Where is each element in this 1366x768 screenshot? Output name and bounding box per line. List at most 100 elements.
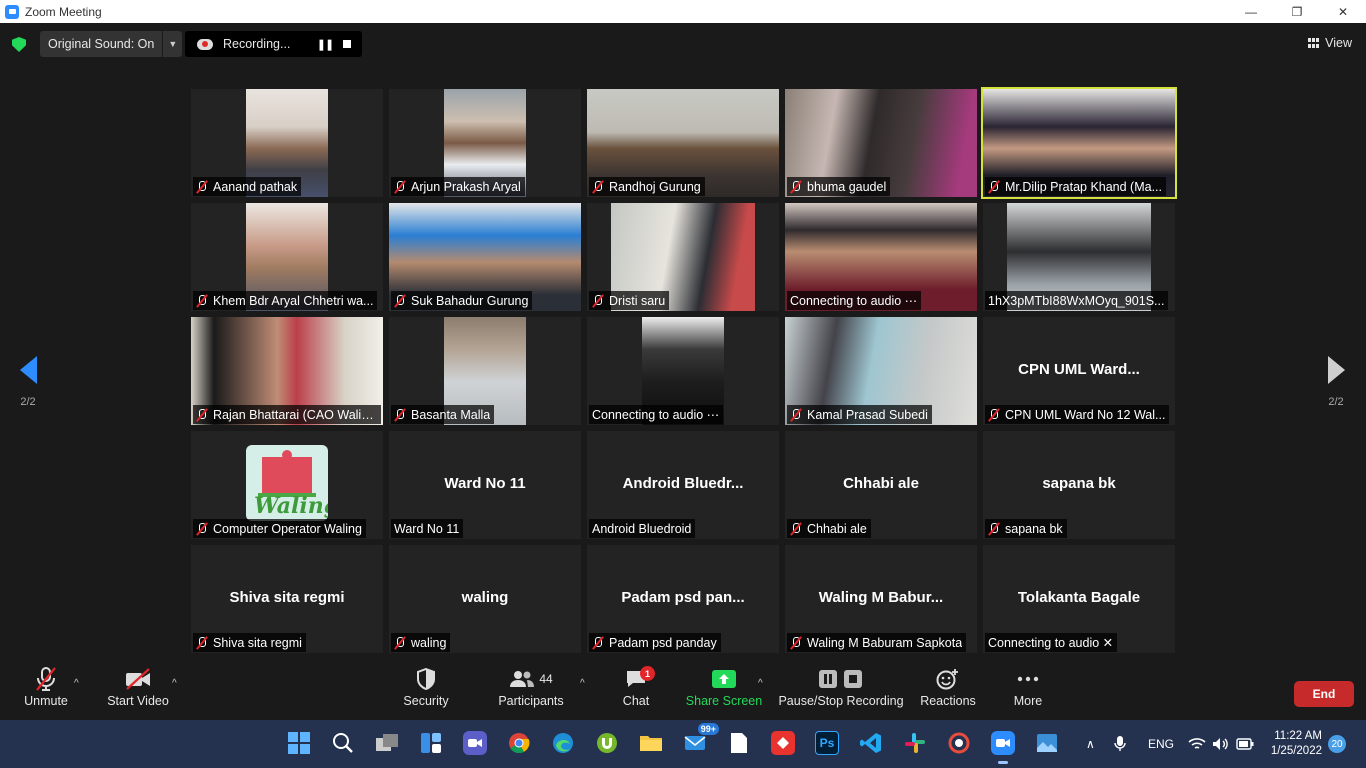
chevron-down-icon[interactable]: ▼ bbox=[162, 31, 182, 57]
participant-name-label: Aanand pathak bbox=[193, 177, 302, 196]
more-dots-icon bbox=[1017, 664, 1039, 694]
restore-button[interactable]: ❐ bbox=[1274, 0, 1320, 23]
participant-name-label: Randhoj Gurung bbox=[589, 177, 705, 196]
participant-tile[interactable]: Rajan Bhattarai (CAO Walin... bbox=[191, 317, 383, 425]
participant-name-label: Padam psd panday bbox=[589, 633, 721, 652]
file-explorer-icon[interactable] bbox=[639, 731, 663, 755]
video-options-chevron-icon[interactable]: ^ bbox=[172, 678, 177, 689]
vscode-icon[interactable] bbox=[859, 731, 883, 755]
wifi-icon[interactable] bbox=[1188, 720, 1206, 768]
participant-tile[interactable]: Dristi saru bbox=[587, 203, 779, 311]
start-video-button[interactable]: Start Video bbox=[106, 664, 170, 720]
share-screen-button[interactable]: Share Screen bbox=[686, 664, 762, 720]
tray-microphone-icon[interactable] bbox=[1114, 720, 1126, 768]
stop-recording-icon[interactable] bbox=[343, 40, 351, 48]
participant-name: waling bbox=[411, 635, 447, 650]
participant-tile[interactable]: Arjun Prakash Aryal bbox=[389, 89, 581, 197]
participant-name: Connecting to audio ⋯ bbox=[592, 408, 720, 422]
participant-name-label: Suk Bahadur Gurung bbox=[391, 291, 533, 310]
minimize-button[interactable]: — bbox=[1228, 0, 1274, 23]
utorrent-icon[interactable] bbox=[595, 731, 619, 755]
participant-tile[interactable]: Randhoj Gurung bbox=[587, 89, 779, 197]
security-button[interactable]: Security bbox=[400, 664, 452, 720]
share-options-chevron-icon[interactable]: ^ bbox=[758, 678, 763, 689]
close-button[interactable]: ✕ bbox=[1320, 0, 1366, 23]
participant-name: Suk Bahadur Gurung bbox=[411, 293, 529, 308]
microphone-muted-icon bbox=[987, 180, 1000, 194]
pause-stop-icon bbox=[818, 664, 864, 694]
search-icon[interactable] bbox=[331, 731, 355, 755]
end-meeting-button[interactable]: End bbox=[1294, 681, 1354, 707]
participants-button[interactable]: 44 Participants bbox=[498, 664, 564, 720]
participant-tile[interactable]: Kamal Prasad Subedi bbox=[785, 317, 977, 425]
participant-tile[interactable]: Basanta Malla bbox=[389, 317, 581, 425]
original-sound-control[interactable]: Original Sound: On ▼ bbox=[40, 31, 183, 57]
audio-options-chevron-icon[interactable]: ^ bbox=[74, 678, 79, 689]
mail-icon[interactable]: 99+ bbox=[683, 723, 719, 755]
encryption-shield-icon[interactable] bbox=[12, 37, 26, 52]
participant-tile[interactable]: 1hX3pMTbI88WxMOyq_901S... bbox=[983, 203, 1175, 311]
participant-tile[interactable]: Shiva sita regmi Shiva sita regmi bbox=[191, 545, 383, 653]
pause-recording-icon[interactable]: ❚❚ bbox=[315, 38, 335, 51]
recording-indicator: Recording... ❚❚ bbox=[185, 31, 362, 57]
participant-display-name: CPN UML Ward... bbox=[1018, 361, 1140, 378]
participant-tile[interactable]: CPN UML Ward... CPN UML Ward No 12 Wal... bbox=[983, 317, 1175, 425]
more-button[interactable]: More bbox=[1008, 664, 1048, 720]
edge-icon[interactable] bbox=[551, 731, 575, 755]
participant-name-label: Computer Operator Waling bbox=[193, 519, 366, 538]
participant-tile[interactable]: Connecting to audio ⋯ bbox=[785, 203, 977, 311]
participant-tile[interactable]: bhuma gaudel bbox=[785, 89, 977, 197]
language-indicator[interactable]: ENG bbox=[1148, 720, 1174, 768]
participant-tile[interactable]: Padam psd pan... Padam psd panday bbox=[587, 545, 779, 653]
chat-button[interactable]: 1 Chat bbox=[616, 664, 656, 720]
participant-display-name: Chhabi ale bbox=[843, 475, 919, 492]
participant-tile[interactable]: Android Bluedr... Android Bluedroid bbox=[587, 431, 779, 539]
task-view-icon[interactable] bbox=[375, 731, 399, 755]
participant-tile[interactable]: Khem Bdr Aryal Chhetri wa... bbox=[191, 203, 383, 311]
anydesk-icon[interactable] bbox=[771, 731, 795, 755]
participant-tile[interactable]: Waling Computer Operator Waling bbox=[191, 431, 383, 539]
participant-name: Connecting to audio ✕ bbox=[988, 636, 1114, 650]
share-screen-icon bbox=[712, 664, 736, 694]
participant-tile[interactable]: Tolakanta Bagale Connecting to audio ✕ bbox=[983, 545, 1175, 653]
participant-display-name: Shiva sita regmi bbox=[229, 589, 345, 606]
system-clock[interactable]: 11:22 AM 1/25/2022 bbox=[1271, 729, 1322, 759]
previous-page-button[interactable]: 2/2 bbox=[8, 356, 48, 408]
photos-icon[interactable] bbox=[1035, 731, 1059, 755]
participant-name-label: Kamal Prasad Subedi bbox=[787, 405, 932, 424]
widgets-icon[interactable] bbox=[419, 731, 443, 755]
original-sound-label[interactable]: Original Sound: On bbox=[40, 37, 162, 51]
arrow-right-icon[interactable] bbox=[1327, 356, 1345, 384]
participant-tile[interactable]: sapana bk sapana bk bbox=[983, 431, 1175, 539]
document-icon[interactable] bbox=[727, 731, 751, 755]
next-page-button[interactable]: 2/2 bbox=[1316, 356, 1356, 408]
participants-chevron-icon[interactable]: ^ bbox=[580, 678, 585, 689]
view-button[interactable]: View bbox=[1308, 36, 1352, 50]
microphone-muted-icon bbox=[789, 636, 802, 650]
meeting-toolbar: Unmute ^ Start Video ^ Security 44 Parti… bbox=[0, 664, 1366, 720]
photoshop-icon[interactable]: Ps bbox=[815, 731, 839, 755]
teams-chat-icon[interactable] bbox=[463, 731, 487, 755]
app-circle-icon[interactable] bbox=[947, 731, 971, 755]
slack-icon[interactable] bbox=[903, 731, 927, 755]
arrow-left-icon[interactable] bbox=[19, 356, 37, 384]
participant-tile[interactable]: Connecting to audio ⋯ bbox=[587, 317, 779, 425]
participant-tile[interactable]: Suk Bahadur Gurung bbox=[389, 203, 581, 311]
notification-count-badge[interactable]: 20 bbox=[1328, 735, 1346, 753]
reactions-button[interactable]: Reactions bbox=[920, 664, 976, 720]
participant-tile[interactable]: Aanand pathak bbox=[191, 89, 383, 197]
pause-stop-recording-button[interactable]: Pause/Stop Recording bbox=[778, 664, 904, 720]
unmute-button[interactable]: Unmute bbox=[22, 664, 70, 720]
tray-expand-chevron-icon[interactable]: ∧ bbox=[1086, 720, 1095, 768]
windows-start-icon[interactable] bbox=[287, 731, 311, 755]
participant-tile[interactable]: waling waling bbox=[389, 545, 581, 653]
more-label: More bbox=[1013, 694, 1043, 708]
chrome-icon[interactable] bbox=[507, 731, 531, 755]
participant-tile[interactable]: Ward No 11 Ward No 11 bbox=[389, 431, 581, 539]
zoom-taskbar-icon[interactable] bbox=[991, 731, 1015, 764]
participant-tile[interactable]: Mr.Dilip Pratap Khand (Ma... bbox=[981, 87, 1177, 199]
volume-icon[interactable] bbox=[1212, 720, 1230, 768]
participant-tile[interactable]: Waling M Babur... Waling M Baburam Sapkot… bbox=[785, 545, 977, 653]
battery-icon[interactable] bbox=[1236, 720, 1254, 768]
participant-tile[interactable]: Chhabi ale Chhabi ale bbox=[785, 431, 977, 539]
